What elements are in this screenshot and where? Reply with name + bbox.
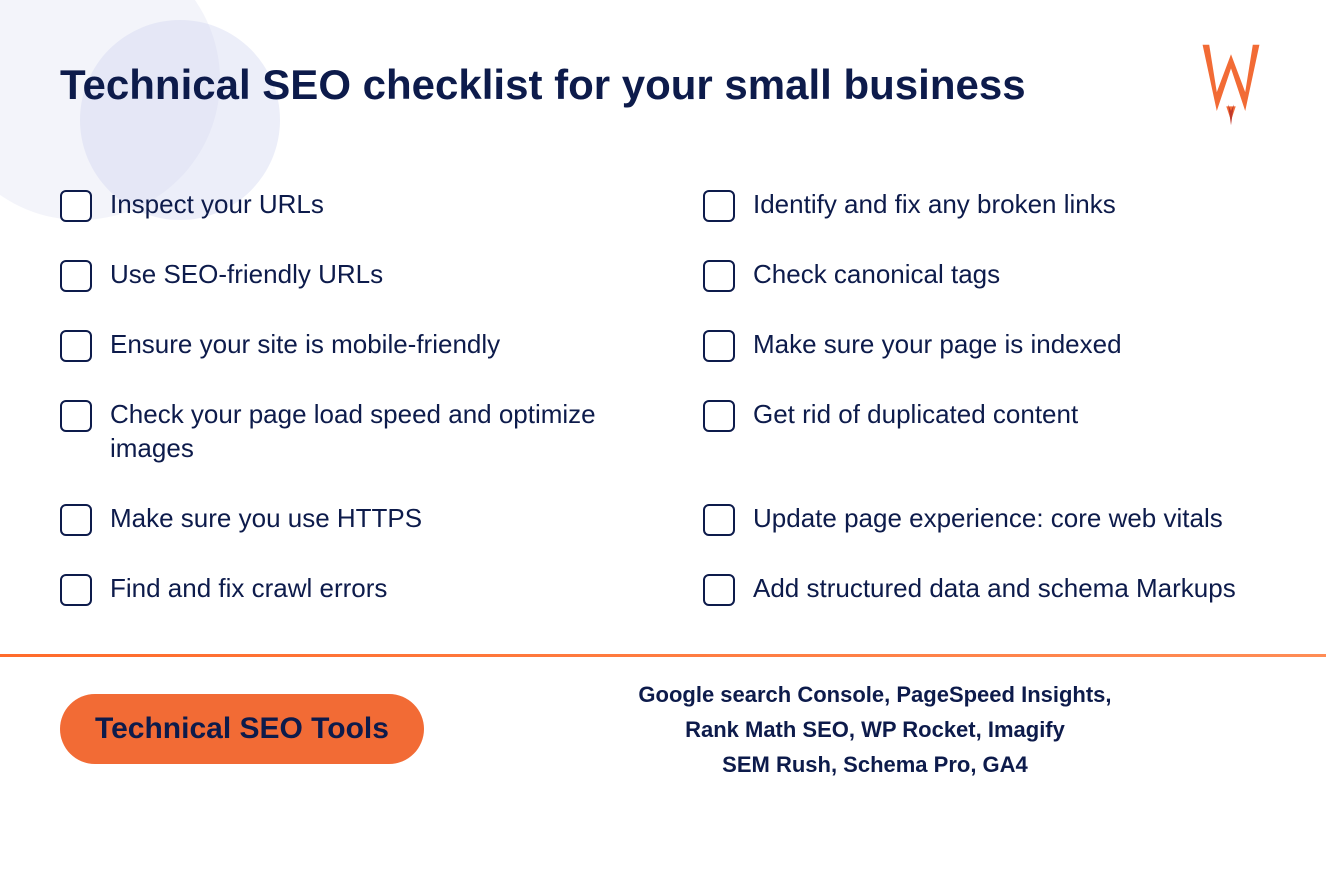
list-item: Make sure you use HTTPS (60, 484, 663, 554)
item-text-1: Inspect your URLs (110, 188, 324, 222)
item-text-4: Check your page load speed and optimize … (110, 398, 643, 466)
list-item: Update page experience: core web vitals (663, 484, 1266, 554)
checkbox-5[interactable] (60, 504, 92, 536)
page-title: Technical SEO checklist for your small b… (60, 60, 1026, 110)
tools-badge: Technical SEO Tools (60, 694, 424, 764)
item-text-8: Check canonical tags (753, 258, 1000, 292)
tools-line-3: SEM Rush, Schema Pro, GA4 (722, 752, 1028, 777)
item-text-6: Find and fix crawl errors (110, 572, 387, 606)
list-item: Check your page load speed and optimize … (60, 380, 663, 484)
list-item: Identify and fix any broken links (663, 170, 1266, 240)
checkbox-7[interactable] (703, 190, 735, 222)
list-item: Find and fix crawl errors (60, 554, 663, 624)
item-text-7: Identify and fix any broken links (753, 188, 1116, 222)
checkbox-12[interactable] (703, 574, 735, 606)
list-item: Get rid of duplicated content (663, 380, 1266, 484)
checkbox-6[interactable] (60, 574, 92, 606)
list-item: Check canonical tags (663, 240, 1266, 310)
item-text-11: Update page experience: core web vitals (753, 502, 1223, 536)
main-container: Technical SEO checklist for your small b… (0, 0, 1326, 624)
checkbox-9[interactable] (703, 330, 735, 362)
checklist-grid: Inspect your URLs Identify and fix any b… (60, 170, 1266, 624)
item-text-9: Make sure your page is indexed (753, 328, 1122, 362)
tools-line-1: Google search Console, PageSpeed Insight… (638, 682, 1111, 707)
list-item: Ensure your site is mobile-friendly (60, 310, 663, 380)
item-text-10: Get rid of duplicated content (753, 398, 1078, 432)
item-text-3: Ensure your site is mobile-friendly (110, 328, 500, 362)
checkbox-3[interactable] (60, 330, 92, 362)
item-text-2: Use SEO-friendly URLs (110, 258, 383, 292)
checkbox-1[interactable] (60, 190, 92, 222)
item-text-12: Add structured data and schema Markups (753, 572, 1236, 606)
item-text-5: Make sure you use HTTPS (110, 502, 422, 536)
tools-list: Google search Console, PageSpeed Insight… (484, 677, 1266, 783)
list-item: Use SEO-friendly URLs (60, 240, 663, 310)
tools-badge-label: Technical SEO Tools (95, 712, 389, 745)
list-item: Make sure your page is indexed (663, 310, 1266, 380)
list-item: Add structured data and schema Markups (663, 554, 1266, 624)
tools-line-2: Rank Math SEO, WP Rocket, Imagify (685, 717, 1065, 742)
checkbox-4[interactable] (60, 400, 92, 432)
checkbox-2[interactable] (60, 260, 92, 292)
checkbox-11[interactable] (703, 504, 735, 536)
list-item: Inspect your URLs (60, 170, 663, 240)
checkbox-8[interactable] (703, 260, 735, 292)
footer: Technical SEO Tools Google search Consol… (0, 657, 1326, 803)
checkbox-10[interactable] (703, 400, 735, 432)
w-logo-icon (1196, 40, 1266, 130)
title-row: Technical SEO checklist for your small b… (60, 40, 1266, 130)
